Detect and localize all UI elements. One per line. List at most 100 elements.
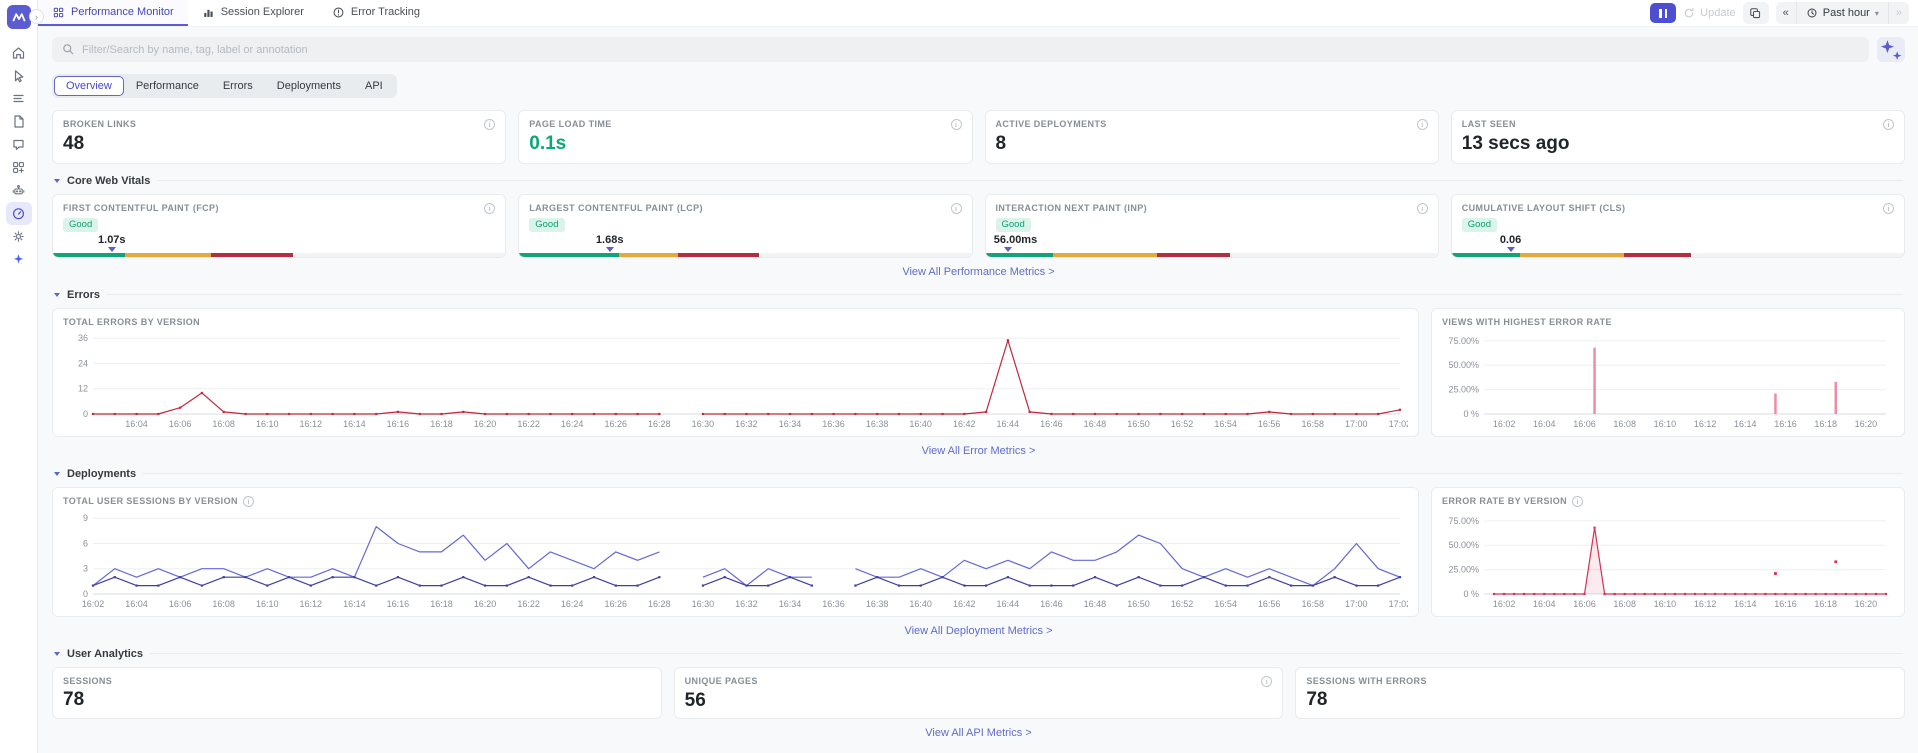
info-icon[interactable]: [242, 495, 254, 507]
search-input[interactable]: [52, 37, 1869, 62]
sidebar-item-sessions[interactable]: [6, 64, 32, 87]
svg-text:36: 36: [78, 333, 88, 343]
chart-title: TOTAL USER SESSIONS BY VERSION: [63, 496, 238, 507]
svg-text:16:18: 16:18: [430, 599, 453, 609]
svg-text:16:10: 16:10: [1654, 419, 1677, 429]
tab-deployments[interactable]: Deployments: [265, 76, 353, 96]
chevron-down-icon: ▾: [1874, 8, 1879, 18]
sidebar-item-docs[interactable]: [6, 110, 32, 133]
svg-text:75.00%: 75.00%: [1448, 336, 1479, 346]
sidebar-item-assistant[interactable]: [6, 179, 32, 202]
card-label: LARGEST CONTENTFUL PAINT (LCP): [529, 202, 703, 213]
topbar-controls: Update « Past hour ▾ »: [1650, 0, 1918, 26]
update-button[interactable]: Update: [1683, 7, 1736, 19]
card-label: LAST SEEN: [1461, 119, 1516, 129]
app-logo[interactable]: [6, 5, 31, 29]
sidebar-item-upgrade[interactable]: [6, 248, 32, 271]
search-box: [52, 37, 1869, 62]
svg-text:16:04: 16:04: [1533, 419, 1556, 429]
collapse-triangle-icon[interactable]: [54, 471, 60, 476]
svg-text:16:08: 16:08: [212, 419, 235, 429]
chart-card-total-errors: TOTAL ERRORS BY VERSION 36 24 12 0 16:04 16:0…: [52, 307, 1419, 437]
svg-text:16:14: 16:14: [343, 599, 366, 609]
info-icon[interactable]: [1572, 495, 1584, 507]
collapse-triangle-icon[interactable]: [54, 178, 60, 183]
info-icon[interactable]: [950, 202, 962, 214]
card-label: SESSIONS WITH ERRORS: [1306, 675, 1427, 686]
section-user-analytics: User Analytics: [54, 648, 1903, 660]
svg-text:16:08: 16:08: [1613, 599, 1636, 609]
sidebar-item-integrations[interactable]: [6, 156, 32, 179]
tab-performance-monitor[interactable]: Performance Monitor: [38, 0, 188, 26]
info-icon[interactable]: [1416, 202, 1428, 214]
collapse-triangle-icon[interactable]: [54, 651, 60, 656]
sidebar-item-feedback[interactable]: [6, 133, 32, 156]
errors-charts-row: TOTAL ERRORS BY VERSION 36 24 12 0 16:04 16:0…: [52, 307, 1905, 437]
pause-button[interactable]: [1650, 3, 1677, 23]
view-all-api-metrics-link[interactable]: View All API Metrics >: [52, 727, 1905, 739]
view-all-performance-metrics-link[interactable]: View All Performance Metrics >: [52, 266, 1905, 278]
svg-text:16:34: 16:34: [779, 599, 802, 609]
svg-text:16:24: 16:24: [561, 599, 584, 609]
svg-text:16:12: 16:12: [300, 419, 323, 429]
svg-text:16:14: 16:14: [1734, 599, 1757, 609]
info-icon[interactable]: [484, 119, 496, 130]
svg-text:16:30: 16:30: [692, 419, 715, 429]
svg-text:16:06: 16:06: [1573, 419, 1596, 429]
copy-button[interactable]: [1742, 2, 1769, 24]
sparkles-icon: [1880, 39, 1902, 60]
time-range-dropdown[interactable]: Past hour ▾: [1795, 2, 1888, 24]
tab-session-explorer[interactable]: Session Explorer: [188, 0, 318, 26]
time-range-label: Past hour: [1822, 7, 1870, 19]
sidebar-expand-button[interactable]: ›: [29, 9, 44, 24]
view-all-error-metrics-link[interactable]: View All Error Metrics >: [52, 445, 1905, 457]
svg-text:16:12: 16:12: [300, 599, 323, 609]
info-icon[interactable]: [484, 202, 496, 214]
chart-card-error-rate-version: ERROR RATE BY VERSION 75.00% 50.00% 25.00%…: [1431, 486, 1905, 617]
sidebar-item-home[interactable]: [6, 41, 32, 64]
grid-plus-icon: [13, 162, 24, 173]
sidebar-item-settings[interactable]: [6, 225, 32, 248]
svg-text:16:52: 16:52: [1171, 419, 1194, 429]
card-value: 56: [684, 689, 706, 711]
gauge-marker-icon: [1004, 246, 1013, 252]
svg-text:16:54: 16:54: [1214, 599, 1237, 609]
tab-errors[interactable]: Errors: [211, 76, 265, 96]
cwv-card-cls: CUMULATIVE LAYOUT SHIFT (CLS) Good 0.06: [1450, 193, 1905, 258]
view-all-deployment-metrics-link[interactable]: View All Deployment Metrics >: [52, 625, 1905, 637]
cursor-click-icon: [14, 70, 24, 83]
svg-text:16:06: 16:06: [169, 419, 192, 429]
info-icon[interactable]: [1261, 675, 1273, 687]
tab-error-tracking[interactable]: Error Tracking: [318, 0, 434, 26]
sidebar-item-logs[interactable]: [6, 87, 32, 110]
svg-text:16:30: 16:30: [692, 599, 715, 609]
tab-api[interactable]: API: [353, 76, 395, 96]
user-sessions-chart[interactable]: 9 6 3 0 16:02 16:04 16:06 16:08 16:10 16:12 16:14 1…: [63, 507, 1408, 610]
cwv-cards-row: FIRST CONTENTFUL PAINT (FCP) Good 1.07s …: [52, 193, 1905, 258]
time-range-back-button[interactable]: «: [1776, 2, 1796, 24]
tab-overview[interactable]: Overview: [54, 76, 124, 96]
update-label: Update: [1700, 7, 1736, 19]
info-icon[interactable]: [1883, 119, 1894, 130]
info-icon[interactable]: [1416, 119, 1428, 130]
collapse-triangle-icon[interactable]: [54, 292, 60, 297]
chart-title: TOTAL ERRORS BY VERSION: [63, 316, 201, 327]
svg-text:16:16: 16:16: [1774, 599, 1797, 609]
tab-performance[interactable]: Performance: [124, 76, 211, 96]
sidebar-item-performance-monitor[interactable]: [5, 202, 32, 225]
time-range-forward-button[interactable]: »: [1887, 2, 1909, 24]
info-icon[interactable]: [950, 119, 962, 130]
home-icon: [12, 47, 25, 59]
ai-filter-button[interactable]: [1877, 37, 1905, 62]
total-errors-chart[interactable]: 36 24 12 0 16:04 16:06 16:08 16:10 16:12 16:14 16:…: [63, 327, 1408, 430]
card-value: 0.1s: [529, 133, 567, 154]
cwv-card-lcp: LARGEST CONTENTFUL PAINT (LCP) Good 1.68…: [518, 193, 973, 258]
views-error-rate-chart[interactable]: 75.00% 50.00% 25.00% 0 % 16:02 16:04 16:06 16:0…: [1442, 327, 1894, 430]
svg-text:16:44: 16:44: [997, 599, 1020, 609]
info-icon[interactable]: [1883, 202, 1894, 214]
topbar: Performance Monitor Session Explorer Err…: [38, 0, 1918, 27]
tab-label: Performance Monitor: [71, 6, 174, 18]
deployments-charts-row: TOTAL USER SESSIONS BY VERSION 963016:02…: [52, 486, 1905, 617]
error-rate-chart[interactable]: 75.00% 50.00% 25.00% 0 % 16:02 16:04 16:06 16:0…: [1442, 507, 1894, 610]
section-title: Core Web Vitals: [67, 174, 151, 187]
